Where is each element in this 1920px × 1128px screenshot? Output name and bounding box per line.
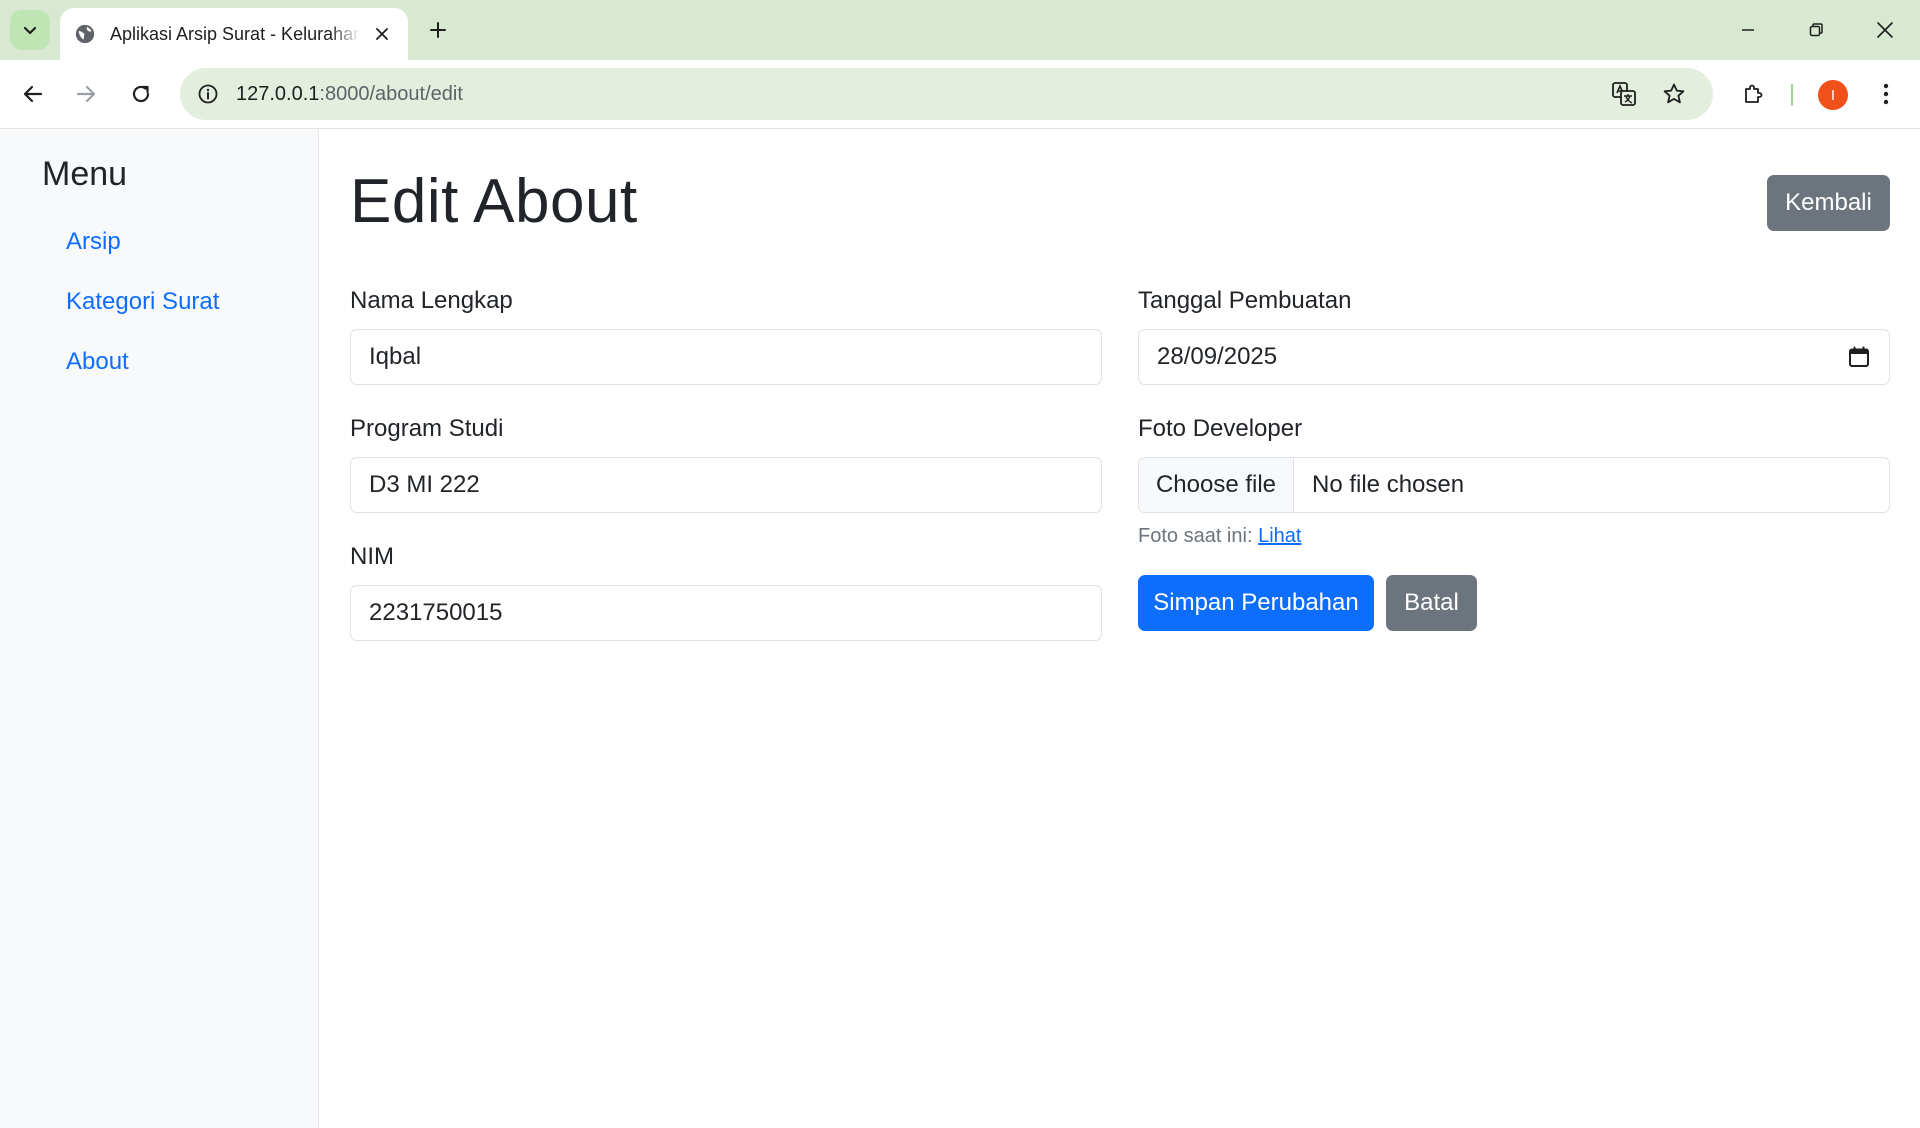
minimize-button[interactable]	[1726, 10, 1770, 50]
puzzle-icon	[1745, 84, 1763, 103]
calendar-icon[interactable]	[1847, 345, 1871, 369]
arrow-right-icon	[76, 85, 96, 103]
profile-avatar[interactable]: I	[1818, 80, 1848, 110]
toolbar-separator	[1791, 84, 1793, 106]
foto-label: Foto Developer	[1138, 415, 1303, 442]
prodi-label: Program Studi	[350, 415, 504, 442]
close-icon	[376, 28, 388, 40]
site-info-button[interactable]	[192, 78, 224, 110]
reload-icon	[132, 85, 150, 103]
nim-label: NIM	[350, 543, 394, 570]
extensions-button[interactable]	[1734, 74, 1774, 114]
foto-help-text: Foto saat ini: Lihat	[1138, 525, 1301, 548]
main-content: Edit About Kembali Nama Lengkap Iqbal Pr…	[320, 130, 1920, 1128]
foto-help-prefix: Foto saat ini:	[1138, 525, 1253, 547]
sidebar-item-arsip[interactable]: Arsip	[66, 228, 121, 256]
cancel-button[interactable]: Batal	[1386, 575, 1477, 631]
nama-input[interactable]: Iqbal	[350, 329, 1102, 385]
arrow-left-icon	[23, 85, 43, 103]
browser-tab-active[interactable]: Aplikasi Arsip Surat - Kelurahan	[60, 8, 408, 60]
sidebar: Menu Arsip Kategori Surat About	[0, 130, 319, 1128]
tanggal-label: Tanggal Pembuatan	[1138, 287, 1352, 314]
tanggal-value: 28/09/2025	[1157, 343, 1278, 370]
sidebar-item-kategori-surat[interactable]: Kategori Surat	[66, 288, 219, 316]
new-tab-button[interactable]	[424, 16, 452, 44]
close-window-icon	[1877, 22, 1893, 38]
star-icon	[1663, 83, 1685, 104]
bookmark-button[interactable]	[1658, 78, 1690, 110]
minimize-icon	[1742, 29, 1754, 31]
chevron-down-icon	[23, 26, 37, 35]
browser-toolbar: 127.0.0.1:8000/about/edit	[0, 60, 1920, 129]
lihat-foto-link[interactable]: Lihat	[1258, 525, 1301, 547]
tanggal-input[interactable]: 28/09/2025	[1138, 329, 1890, 385]
translate-icon	[1612, 82, 1636, 106]
sidebar-title: Menu	[42, 155, 128, 193]
restore-icon	[1809, 23, 1823, 37]
translate-button[interactable]	[1608, 78, 1640, 110]
nim-input[interactable]: 2231750015	[350, 585, 1102, 641]
plus-icon	[430, 22, 446, 38]
browser-tabstrip: Aplikasi Arsip Surat - Kelurahan	[0, 0, 1920, 60]
file-status-text: No file chosen	[1312, 471, 1465, 498]
globe-icon	[75, 24, 95, 44]
tab-title: Aplikasi Arsip Surat - Kelurahan	[110, 23, 360, 44]
restore-button[interactable]	[1794, 10, 1838, 50]
tab-close-button[interactable]	[370, 22, 394, 46]
sidebar-item-about[interactable]: About	[66, 348, 129, 376]
url-path: :8000/about/edit	[319, 83, 463, 105]
nama-label: Nama Lengkap	[350, 287, 513, 314]
choose-file-button[interactable]: Choose file	[1139, 458, 1294, 512]
close-window-button[interactable]	[1863, 10, 1907, 50]
url-host: 127.0.0.1	[236, 83, 320, 105]
back-kembali-button[interactable]: Kembali	[1767, 175, 1890, 231]
menu-button[interactable]	[1866, 74, 1906, 114]
address-bar[interactable]: 127.0.0.1:8000/about/edit	[180, 68, 1713, 120]
prodi-input[interactable]: D3 MI 222	[350, 457, 1102, 513]
back-button[interactable]	[13, 74, 53, 114]
tab-search-button[interactable]	[10, 10, 50, 50]
reload-button[interactable]	[121, 74, 161, 114]
foto-file-input[interactable]: Choose file No file chosen	[1138, 457, 1890, 513]
forward-button[interactable]	[66, 74, 106, 114]
more-vertical-icon	[1883, 83, 1889, 105]
page-title: Edit About	[350, 167, 638, 236]
url-text: 127.0.0.1:8000/about/edit	[236, 83, 463, 106]
save-button[interactable]: Simpan Perubahan	[1138, 575, 1374, 631]
info-icon	[198, 84, 218, 104]
